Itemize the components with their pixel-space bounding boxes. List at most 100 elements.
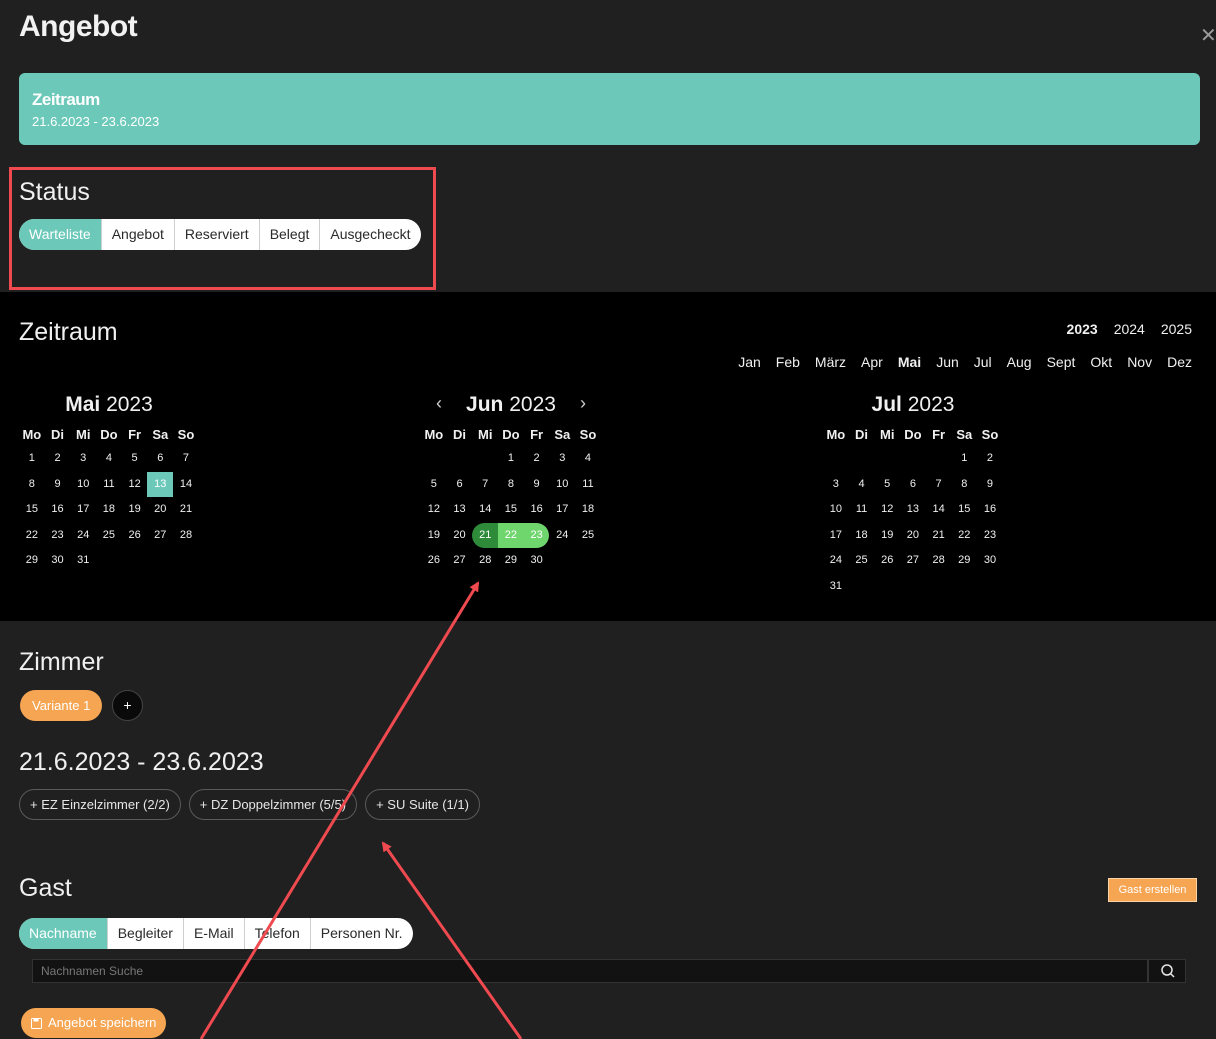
month-feb[interactable]: Feb [776, 354, 800, 370]
month-apr[interactable]: Apr [861, 354, 883, 370]
calendar-day[interactable]: 26 [122, 523, 148, 549]
calendar-day[interactable]: 14 [926, 497, 952, 523]
calendar-day[interactable]: 5 [874, 472, 900, 498]
month-jan[interactable]: Jan [738, 354, 761, 370]
calendar-day[interactable]: 22 [498, 522, 524, 549]
calendar-day[interactable]: 17 [70, 497, 96, 523]
month-nov[interactable]: Nov [1127, 354, 1152, 370]
calendar-day[interactable]: 30 [524, 548, 550, 574]
calendar-day[interactable]: 16 [524, 497, 550, 523]
calendar-day[interactable]: 8 [498, 472, 524, 498]
calendar-day[interactable]: 17 [549, 497, 575, 523]
month-jul[interactable]: Jul [974, 354, 992, 370]
calendar-day[interactable]: 5 [421, 472, 447, 498]
calendar-day[interactable]: 27 [447, 548, 473, 574]
calendar-day[interactable]: 29 [951, 548, 977, 574]
search-tab-begleiter[interactable]: Begleiter [108, 918, 184, 949]
calendar-day[interactable]: 9 [45, 472, 71, 498]
calendar-day[interactable]: 21 [472, 522, 499, 549]
year-2025[interactable]: 2025 [1161, 321, 1192, 337]
calendar-day[interactable]: 17 [823, 523, 849, 549]
year-2024[interactable]: 2024 [1114, 321, 1145, 337]
calendar-day[interactable]: 25 [575, 523, 601, 549]
add-variant-button[interactable]: + [112, 690, 143, 721]
calendar-day[interactable]: 24 [823, 548, 849, 574]
calendar-day[interactable]: 13 [147, 471, 174, 498]
calendar-day[interactable]: 15 [19, 497, 45, 523]
calendar-day[interactable]: 18 [96, 497, 122, 523]
month-dez[interactable]: Dez [1167, 354, 1192, 370]
calendar-day[interactable]: 5 [122, 446, 148, 472]
calendar-day[interactable]: 19 [421, 523, 447, 549]
calendar-day[interactable]: 11 [849, 497, 875, 523]
next-month-icon[interactable]: › [580, 393, 586, 414]
search-button[interactable] [1148, 959, 1186, 983]
calendar-day[interactable]: 21 [173, 497, 199, 523]
search-tab-email[interactable]: E-Mail [184, 918, 245, 949]
calendar-day[interactable]: 3 [549, 446, 575, 472]
room-button-dz[interactable]: + DZ Doppelzimmer (5/5) [188, 789, 358, 820]
calendar-day[interactable]: 4 [96, 446, 122, 472]
calendar-day[interactable]: 2 [45, 446, 71, 472]
month-aug[interactable]: Aug [1007, 354, 1032, 370]
calendar-day[interactable]: 25 [849, 548, 875, 574]
calendar-day[interactable]: 20 [900, 523, 926, 549]
calendar-day[interactable]: 1 [498, 446, 524, 472]
calendar-day[interactable]: 14 [472, 497, 498, 523]
calendar-day[interactable]: 20 [447, 523, 473, 549]
calendar-day[interactable]: 29 [498, 548, 524, 574]
variant-tab[interactable]: Variante 1 [20, 690, 103, 721]
calendar-day[interactable]: 6 [900, 472, 926, 498]
month-maerz[interactable]: März [815, 354, 846, 370]
calendar-day[interactable]: 23 [977, 523, 1003, 549]
calendar-day[interactable]: 13 [900, 497, 926, 523]
calendar-day[interactable]: 2 [524, 446, 550, 472]
calendar-day[interactable]: 8 [19, 472, 45, 498]
calendar-day[interactable]: 7 [926, 472, 952, 498]
calendar-day[interactable]: 23 [45, 523, 71, 549]
calendar-day[interactable]: 12 [874, 497, 900, 523]
calendar-day[interactable]: 22 [19, 523, 45, 549]
calendar-day[interactable]: 14 [173, 472, 199, 498]
month-jun[interactable]: Jun [936, 354, 959, 370]
search-tab-personen-nr[interactable]: Personen Nr. [311, 918, 413, 949]
close-icon[interactable]: ✕ [1200, 26, 1216, 46]
calendar-day[interactable]: 9 [977, 472, 1003, 498]
calendar-day[interactable]: 30 [45, 548, 71, 574]
calendar-day[interactable]: 9 [524, 472, 550, 498]
calendar-day[interactable]: 10 [549, 472, 575, 498]
calendar-day[interactable]: 26 [874, 548, 900, 574]
month-sept[interactable]: Sept [1047, 354, 1076, 370]
calendar-day[interactable]: 7 [173, 446, 199, 472]
calendar-day[interactable]: 19 [874, 523, 900, 549]
calendar-day[interactable]: 22 [951, 523, 977, 549]
calendar-day[interactable]: 28 [173, 523, 199, 549]
month-mai[interactable]: Mai [898, 354, 921, 370]
calendar-day[interactable]: 4 [849, 472, 875, 498]
calendar-day[interactable]: 15 [951, 497, 977, 523]
save-offer-button[interactable]: Angebot speichern [21, 1008, 167, 1038]
calendar-day[interactable]: 30 [977, 548, 1003, 574]
calendar-day[interactable]: 11 [575, 472, 601, 498]
calendar-day[interactable]: 13 [447, 497, 473, 523]
month-okt[interactable]: Okt [1090, 354, 1112, 370]
calendar-day[interactable]: 8 [951, 472, 977, 498]
calendar-day[interactable]: 28 [926, 548, 952, 574]
calendar-day[interactable]: 6 [147, 446, 173, 472]
calendar-day[interactable]: 10 [70, 472, 96, 498]
calendar-day[interactable]: 2 [977, 446, 1003, 472]
calendar-day[interactable]: 28 [472, 548, 498, 574]
calendar-day[interactable]: 29 [19, 548, 45, 574]
calendar-day[interactable]: 3 [823, 472, 849, 498]
calendar-day[interactable]: 11 [96, 472, 122, 498]
room-button-ez[interactable]: + EZ Einzelzimmer (2/2) [19, 789, 181, 820]
calendar-day[interactable]: 24 [70, 523, 96, 549]
search-tab-telefon[interactable]: Telefon [245, 918, 311, 949]
calendar-day[interactable]: 20 [147, 497, 173, 523]
search-tab-nachname[interactable]: Nachname [19, 918, 108, 949]
calendar-day[interactable]: 12 [421, 497, 447, 523]
calendar-day[interactable]: 25 [96, 523, 122, 549]
calendar-day[interactable]: 19 [122, 497, 148, 523]
calendar-day[interactable]: 24 [549, 523, 575, 549]
create-guest-button[interactable]: Gast erstellen [1108, 878, 1197, 902]
